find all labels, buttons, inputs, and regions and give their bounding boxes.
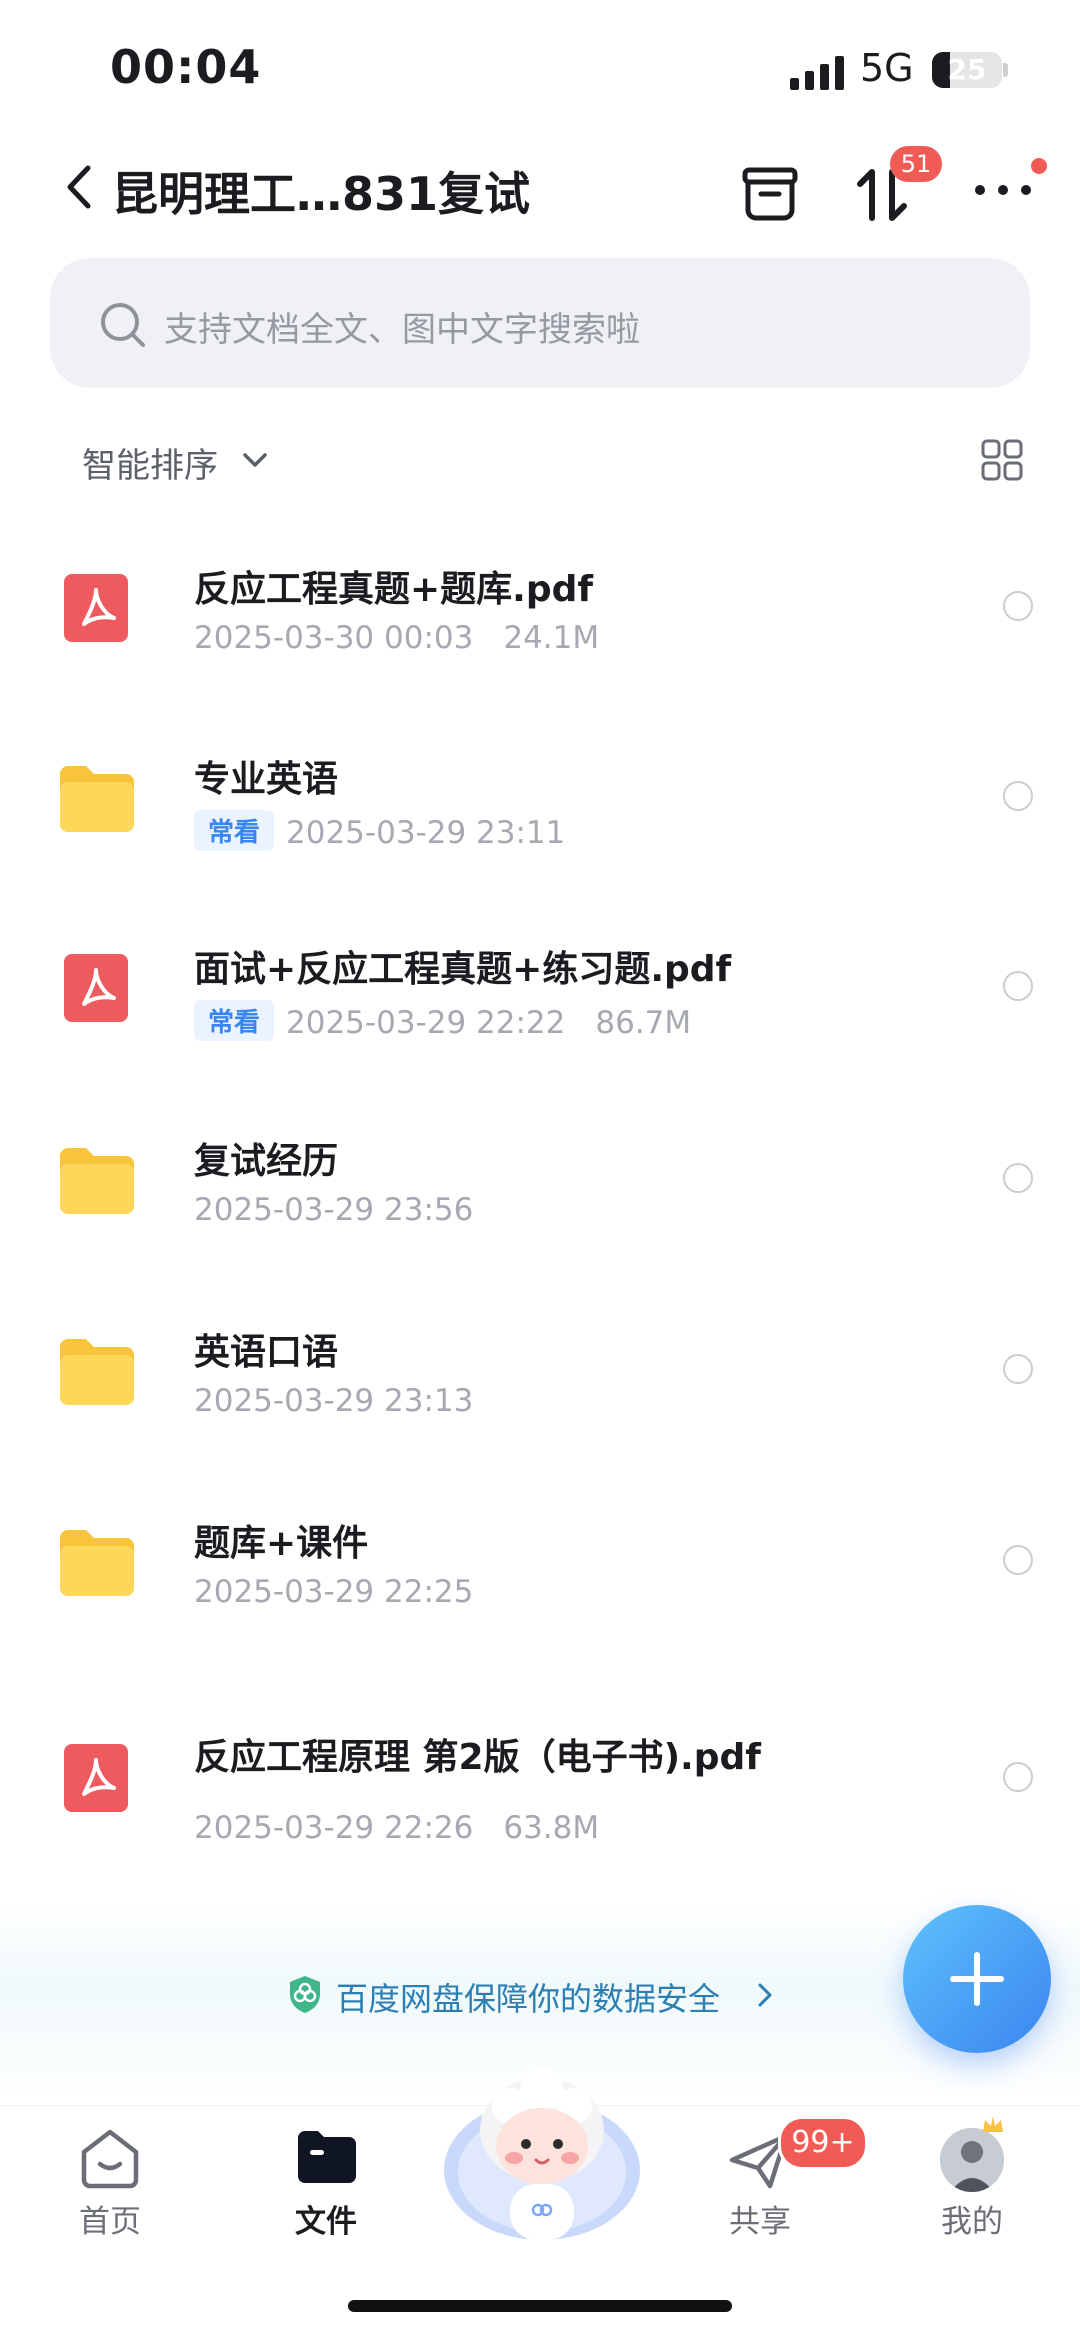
file-row[interactable]: 专业英语 常看 2025-03-29 23:11 — [0, 700, 1080, 890]
select-radio[interactable] — [1003, 971, 1033, 1001]
more-icon[interactable] — [968, 158, 1038, 228]
pdf-file-icon — [64, 954, 128, 1022]
battery-tip — [1003, 63, 1008, 77]
battery-level: 25 — [947, 53, 987, 86]
folder-tab-icon — [298, 2131, 356, 2183]
cellular-signal-icon — [790, 56, 844, 90]
frequent-tag: 常看 — [194, 1000, 275, 1041]
tab-share-label[interactable]: 共享 — [680, 2196, 840, 2241]
folder-icon — [60, 1339, 134, 1405]
file-size: 63.8M — [503, 1810, 600, 1846]
file-meta: 常看 2025-03-29 23:11 — [194, 810, 565, 851]
file-meta: 常看 2025-03-29 22:22 86.7M — [194, 1000, 691, 1041]
network-type: 5G — [860, 46, 914, 90]
select-radio[interactable] — [1003, 1354, 1033, 1384]
share-badge: 99+ — [778, 2116, 868, 2170]
shield-icon — [290, 1976, 320, 2013]
select-radio[interactable] — [1003, 1545, 1033, 1575]
file-name: 反应工程真题+题库.pdf — [194, 569, 594, 610]
tab-files-label[interactable]: 文件 — [246, 2196, 406, 2241]
sort-dropdown[interactable]: 智能排序 — [82, 438, 218, 487]
battery-icon: 25 — [932, 52, 1002, 88]
tab-home-label[interactable]: 首页 — [30, 2196, 190, 2241]
file-row[interactable]: 题库+课件 2025-03-29 22:25 — [0, 1464, 1080, 1654]
grid-view-icon[interactable] — [980, 438, 1024, 482]
file-row[interactable]: 复试经历 2025-03-29 23:56 — [0, 1082, 1080, 1272]
select-radio[interactable] — [1003, 1762, 1033, 1792]
pdf-file-icon — [64, 574, 128, 642]
file-date: 2025-03-29 23:13 — [194, 1383, 474, 1419]
file-date: 2025-03-29 22:26 — [194, 1810, 474, 1846]
notification-dot — [1031, 158, 1047, 174]
file-meta: 2025-03-29 22:25 — [194, 1574, 473, 1610]
file-meta: 2025-03-29 23:13 — [194, 1383, 473, 1419]
select-radio[interactable] — [1003, 1163, 1033, 1193]
file-name: 英语口语 — [194, 1332, 339, 1373]
plus-icon — [950, 1952, 1004, 2006]
select-radio[interactable] — [1003, 591, 1033, 621]
chevron-right-icon — [758, 1983, 772, 2007]
tab-me-label[interactable]: 我的 — [892, 2196, 1052, 2241]
file-name: 反应工程原理 第2版（电子书).pdf — [194, 1737, 761, 1778]
home-icon — [81, 2129, 139, 2189]
crown-icon — [983, 2116, 1003, 2132]
file-name: 专业英语 — [194, 759, 339, 800]
file-meta: 2025-03-30 00:03 24.1M — [194, 620, 599, 656]
file-name: 面试+反应工程真题+练习题.pdf — [194, 949, 732, 990]
transfer-badge: 51 — [890, 146, 942, 182]
folder-icon — [60, 1148, 134, 1214]
add-button[interactable] — [903, 1905, 1051, 2053]
status-time: 00:04 — [110, 40, 262, 94]
file-size: 86.7M — [595, 1005, 692, 1041]
search-placeholder: 支持文档全文、图中文字搜索啦 — [164, 310, 640, 350]
file-row[interactable]: 反应工程原理 第2版（电子书).pdf 2025-03-29 22:26 63.8… — [0, 1680, 1080, 1880]
file-date: 2025-03-29 22:22 — [286, 1005, 566, 1041]
select-radio[interactable] — [1003, 781, 1033, 811]
file-meta: 2025-03-29 22:26 63.8M — [194, 1810, 599, 1846]
file-row[interactable]: 面试+反应工程真题+练习题.pdf 常看 2025-03-29 22:22 86.7… — [0, 890, 1080, 1080]
file-date: 2025-03-30 00:03 — [194, 620, 474, 656]
frequent-tag: 常看 — [194, 810, 275, 851]
security-banner-text: 百度网盘保障你的数据安全 — [336, 1980, 721, 2018]
file-row[interactable]: 反应工程真题+题库.pdf 2025-03-30 00:03 24.1M — [0, 510, 1080, 700]
file-meta: 2025-03-29 23:56 — [194, 1192, 473, 1228]
pdf-file-icon — [64, 1744, 128, 1812]
assistant-mascot-icon[interactable] — [440, 2060, 644, 2250]
back-arrow-icon[interactable] — [58, 162, 102, 212]
folder-icon — [60, 766, 134, 832]
chevron-down-icon[interactable] — [240, 446, 270, 474]
file-date: 2025-03-29 23:11 — [286, 815, 566, 851]
file-date: 2025-03-29 22:25 — [194, 1574, 474, 1610]
file-name: 题库+课件 — [194, 1523, 369, 1564]
folder-icon — [60, 1530, 134, 1596]
folder-title: 昆明理工…831复试 — [112, 167, 531, 221]
recycle-box-icon[interactable] — [735, 158, 805, 228]
file-date: 2025-03-29 23:56 — [194, 1192, 474, 1228]
file-size: 24.1M — [503, 620, 600, 656]
file-name: 复试经历 — [194, 1141, 339, 1182]
home-indicator — [348, 2300, 732, 2312]
search-icon — [101, 303, 145, 347]
file-row[interactable]: 英语口语 2025-03-29 23:13 — [0, 1273, 1080, 1463]
